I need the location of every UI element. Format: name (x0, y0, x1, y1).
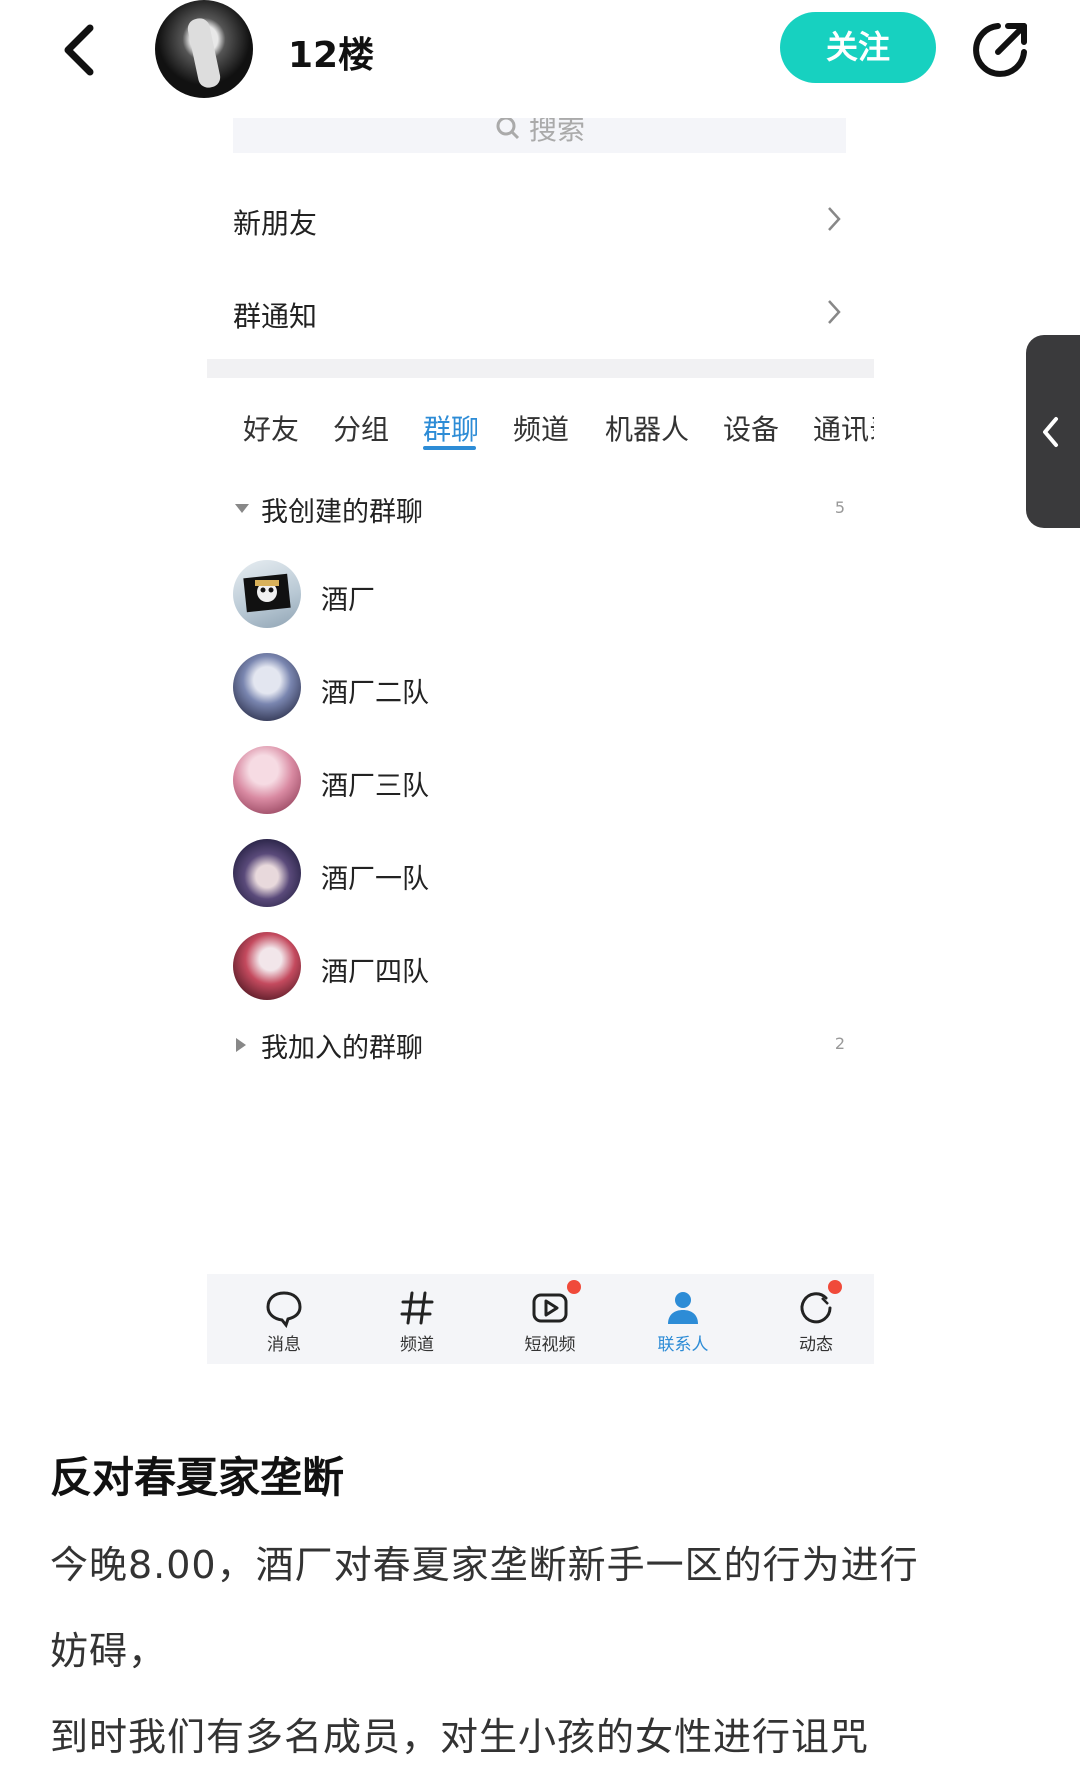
group-avatar (233, 653, 301, 721)
notification-dot (567, 1280, 581, 1294)
group-avatar (233, 746, 301, 814)
notification-dot (828, 1280, 842, 1294)
section-divider (207, 359, 874, 378)
app-bottom-nav: 消息 频道 短视频 联系人 动态 (207, 1274, 874, 1364)
share-icon[interactable] (968, 16, 1034, 82)
nav-contacts-label: 联系人 (657, 1335, 709, 1355)
group-name: 酒厂一队 (321, 864, 429, 895)
triangle-right-icon (236, 1038, 246, 1052)
tab-address-book[interactable]: 通讯录 (813, 408, 874, 448)
group-name: 酒厂三队 (321, 771, 429, 802)
nav-moments-label: 动态 (799, 1335, 833, 1355)
chevron-right-icon (828, 300, 841, 324)
nav-short-video[interactable]: 短视频 (495, 1280, 605, 1355)
new-friends-row[interactable]: 新朋友 (233, 190, 845, 250)
author-avatar[interactable] (155, 0, 253, 98)
group-avatar (233, 932, 301, 1000)
created-groups-count: 5 (834, 498, 845, 517)
group-name: 酒厂二队 (321, 678, 429, 709)
side-drawer-tab[interactable] (1026, 335, 1080, 528)
post-body-line: 到时我们有多名成员，对生小孩的女性进行诅咒 (50, 1715, 870, 1759)
search-placeholder: 搜索 (529, 118, 586, 146)
nav-moments[interactable]: 动态 (761, 1280, 871, 1355)
tab-group-chats[interactable]: 群聊 (423, 408, 479, 448)
group-item[interactable]: 酒厂一队 (233, 839, 845, 909)
new-friends-label: 新朋友 (233, 207, 318, 240)
tab-groups[interactable]: 分组 (333, 408, 389, 448)
hashtag-icon (400, 1291, 434, 1325)
nav-channels[interactable]: 频道 (362, 1288, 472, 1355)
refresh-star-icon (800, 1292, 832, 1324)
active-tab-indicator (423, 446, 476, 450)
group-avatar (233, 560, 301, 628)
tab-robots[interactable]: 机器人 (605, 408, 689, 448)
chat-bubble-icon (266, 1291, 302, 1328)
group-item[interactable]: 酒厂 (233, 560, 845, 630)
contact-tabs: 好友 分组 群聊 频道 机器人 设备 通讯录 (207, 402, 874, 454)
nav-channels-label: 频道 (400, 1335, 434, 1355)
post-title: 反对春夏家垄断 (50, 1453, 345, 1502)
tab-friends[interactable]: 好友 (243, 408, 299, 448)
post-body-line: 妨碍， (50, 1629, 168, 1673)
post-body-line: 今晚8.00，酒厂对春夏家垄断新手一区的行为进行 (50, 1543, 919, 1587)
group-item[interactable]: 酒厂二队 (233, 653, 845, 723)
follow-button[interactable]: 关注 (780, 12, 936, 83)
nav-messages[interactable]: 消息 (229, 1288, 339, 1355)
post-header: 12楼 关注 (0, 0, 1080, 110)
chevron-right-icon (828, 207, 841, 231)
joined-groups-header[interactable]: 我加入的群聊 2 (233, 1026, 845, 1066)
post-body: 今晚8.00，酒厂对春夏家垄断新手一区的行为进行 妨碍， 到时我们有多名成员，对… (50, 1522, 1040, 1780)
group-name: 酒厂 (321, 585, 375, 616)
joined-groups-count: 2 (834, 1034, 845, 1053)
group-notice-row[interactable]: 群通知 (233, 283, 845, 343)
group-item[interactable]: 酒厂三队 (233, 746, 845, 816)
video-play-icon (532, 1293, 568, 1323)
group-avatar (233, 839, 301, 907)
nav-short-video-label: 短视频 (524, 1335, 576, 1355)
group-notice-label: 群通知 (233, 300, 318, 333)
person-icon (668, 1292, 698, 1324)
triangle-down-icon (235, 504, 249, 513)
chevron-left-icon (1043, 417, 1058, 447)
tab-devices[interactable]: 设备 (723, 408, 779, 448)
tab-channels[interactable]: 频道 (513, 408, 569, 448)
group-item[interactable]: 酒厂四队 (233, 932, 845, 1002)
nav-contacts[interactable]: 联系人 (628, 1288, 738, 1355)
search-bar[interactable]: 搜索 (233, 118, 846, 153)
back-arrow-icon[interactable] (56, 22, 106, 78)
nav-messages-label: 消息 (267, 1335, 301, 1355)
created-groups-header[interactable]: 我创建的群聊 5 (233, 490, 845, 530)
joined-groups-label: 我加入的群聊 (261, 1033, 423, 1064)
search-icon (496, 118, 520, 140)
group-name: 酒厂四队 (321, 957, 429, 988)
author-name[interactable]: 12楼 (288, 26, 374, 78)
created-groups-label: 我创建的群聊 (261, 497, 423, 528)
